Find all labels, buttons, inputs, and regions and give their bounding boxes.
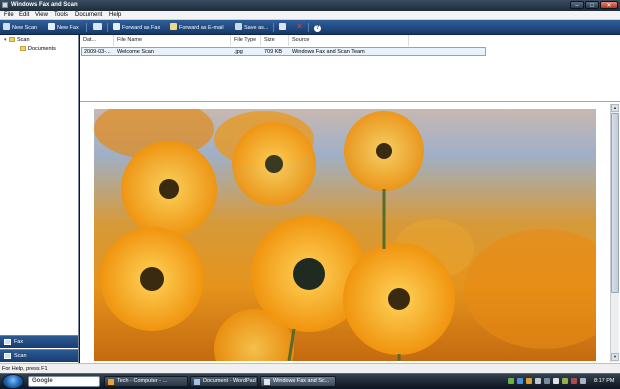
cell-file-name: Welcome Scan — [117, 49, 154, 55]
close-button[interactable]: ✕ — [600, 1, 618, 9]
help-icon: ? — [314, 25, 321, 32]
forward-as-fax-label: Forward as Fax — [122, 25, 161, 31]
scan-preview-image — [94, 109, 596, 361]
nav-scan-button[interactable]: Scan — [0, 349, 78, 362]
tray-app-icon[interactable] — [526, 378, 532, 384]
printer-icon — [279, 23, 286, 30]
new-scan-button[interactable]: New Scan — [3, 23, 37, 32]
taskbar-item-label: Document - WordPad — [203, 378, 256, 384]
tree-item-scan-label: Scan — [17, 37, 30, 43]
taskbar-item-label: Tech - Computer - ... — [117, 378, 168, 384]
taskbar-item-label: Windows Fax and Sc... — [273, 378, 330, 384]
save-as-button[interactable]: Save as... — [235, 23, 268, 32]
save-icon — [235, 23, 242, 30]
column-header-file-name[interactable]: File Name — [114, 35, 231, 46]
new-fax-label: New Fax — [57, 25, 79, 31]
save-as-label: Save as... — [244, 25, 269, 31]
tray-app-icon[interactable] — [562, 378, 568, 384]
folder-icon — [20, 46, 26, 51]
forward-fax-icon — [113, 23, 120, 30]
tree-item-documents[interactable]: Documents — [20, 46, 56, 52]
volume-icon[interactable] — [553, 378, 559, 384]
menu-bar: File Edit View Tools Document Help — [0, 11, 620, 20]
cell-file-type: .jpg — [234, 49, 243, 55]
app-icon — [2, 2, 8, 8]
forward-as-email-label: Forward as E-mail — [179, 25, 224, 31]
taskbar: Google Tech - Computer - ... Document - … — [0, 373, 620, 389]
toolbar-separator — [107, 23, 108, 32]
tray-app-icon[interactable] — [517, 378, 523, 384]
status-text: For Help, press F1 — [2, 366, 48, 372]
column-header-source[interactable]: Source — [289, 35, 409, 46]
menu-document[interactable]: Document — [75, 12, 102, 19]
tray-app-icon[interactable] — [508, 378, 514, 384]
email-icon — [170, 23, 177, 30]
scroll-thumb[interactable] — [611, 113, 619, 293]
toolbar-separator — [86, 23, 87, 32]
flower-photo — [94, 109, 596, 361]
folder-icon — [9, 37, 15, 42]
menu-view[interactable]: View — [35, 12, 48, 19]
new-fax-button[interactable]: New Fax — [48, 23, 79, 32]
cell-source: Windows Fax and Scan Team — [292, 49, 365, 55]
column-header-size[interactable]: Size — [261, 35, 289, 46]
cell-date: 2009-03-... — [84, 49, 111, 55]
table-row[interactable]: 2009-03-... Welcome Scan .jpg 709 KB Win… — [81, 47, 486, 56]
file-list: Dat... File Name File Type Size Source 2… — [80, 35, 620, 102]
send-receive-button[interactable] — [93, 23, 104, 32]
browser-icon — [108, 379, 114, 385]
tray-app-icon[interactable] — [580, 378, 586, 384]
taskbar-item-fax-scan[interactable]: Windows Fax and Sc... — [260, 376, 336, 387]
scanner-icon — [3, 23, 10, 30]
window-title: Windows Fax and Scan — [11, 2, 78, 8]
collapse-icon[interactable]: ▾ — [4, 37, 8, 43]
start-button[interactable] — [2, 374, 24, 389]
wordpad-icon — [194, 379, 200, 385]
toolbar-separator — [273, 23, 274, 32]
delete-button[interactable]: ✕ — [296, 23, 305, 32]
fax-icon — [48, 23, 55, 30]
column-header-date[interactable]: Dat... — [80, 35, 114, 46]
column-header-file-type[interactable]: File Type — [231, 35, 261, 46]
scroll-down-arrow-icon[interactable]: ▼ — [611, 353, 619, 361]
delete-icon: ✕ — [296, 22, 303, 31]
menu-help[interactable]: Help — [109, 12, 121, 19]
toolbar-separator — [308, 23, 309, 32]
menu-file[interactable]: File — [4, 12, 14, 19]
tree-item-documents-label: Documents — [28, 46, 56, 52]
menu-tools[interactable]: Tools — [54, 12, 68, 19]
folder-pane: ▾ Scan Documents Fax Scan — [0, 35, 79, 363]
network-icon[interactable] — [544, 378, 550, 384]
nav-fax-button[interactable]: Fax — [0, 335, 78, 348]
status-bar: For Help, press F1 — [0, 363, 620, 373]
forward-as-email-button[interactable]: Forward as E-mail — [170, 23, 224, 32]
maximize-button[interactable]: □ — [585, 1, 599, 9]
fax-icon — [4, 339, 11, 345]
google-search-label: Google — [32, 378, 53, 384]
cell-size: 709 KB — [264, 49, 283, 55]
print-button[interactable] — [279, 23, 288, 32]
minimize-button[interactable]: – — [570, 1, 584, 9]
toolbar: New Scan New Fax Forward as Fax Forward … — [0, 20, 620, 35]
help-button[interactable]: ? — [314, 23, 323, 32]
tree-item-scan[interactable]: ▾ Scan — [4, 37, 30, 43]
fax-scan-icon — [264, 379, 270, 385]
taskbar-item-wordpad[interactable]: Document - WordPad — [190, 376, 258, 387]
tray-app-icon[interactable] — [571, 378, 577, 384]
scanner-icon — [4, 353, 11, 359]
nav-fax-label: Fax — [14, 339, 24, 345]
title-bar: Windows Fax and Scan – □ ✕ — [0, 0, 620, 11]
menu-edit[interactable]: Edit — [19, 12, 29, 19]
taskbar-item-tech[interactable]: Tech - Computer - ... — [104, 376, 188, 387]
forward-as-fax-button[interactable]: Forward as Fax — [113, 23, 160, 32]
tray-app-icon[interactable] — [535, 378, 541, 384]
clock[interactable]: 8:17 PM — [594, 377, 614, 385]
scroll-up-arrow-icon[interactable]: ▲ — [611, 104, 619, 112]
new-scan-label: New Scan — [12, 25, 38, 31]
send-receive-icon — [93, 23, 102, 30]
nav-scan-label: Scan — [14, 353, 27, 359]
